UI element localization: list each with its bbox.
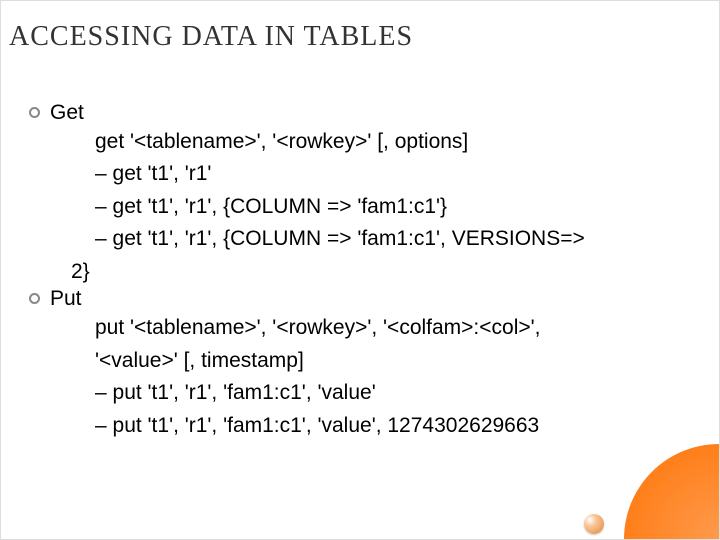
bullet-row-get: Get	[29, 101, 699, 125]
put-line: – put 't1', 'r1', 'fam1:c1', 'value', 12…	[95, 411, 699, 441]
get-label: Get	[50, 101, 84, 125]
small-sphere-icon	[584, 514, 604, 534]
put-line: put '<tablename>', '<rowkey>', '<colfam>…	[95, 313, 699, 343]
bullet-row-put: Put	[29, 287, 699, 311]
put-lines: put '<tablename>', '<rowkey>', '<colfam>…	[95, 313, 699, 441]
get-line: get '<tablename>', '<rowkey>' [, options…	[95, 127, 699, 157]
put-line: – put 't1', 'r1', 'fam1:c1', 'value'	[95, 378, 699, 408]
content-area: Get get '<tablename>', '<rowkey>' [, opt…	[29, 101, 699, 443]
get-line: – get 't1', 'r1', {COLUMN => 'fam1:c1'}	[95, 192, 699, 222]
bullet-icon	[29, 107, 40, 118]
orange-circle-icon	[624, 444, 719, 539]
get-trailing: 2}	[71, 257, 699, 287]
put-label: Put	[50, 287, 82, 311]
slide-title: ACCESSING DATA IN TABLES	[9, 21, 413, 53]
get-line: – get 't1', 'r1'	[95, 159, 699, 189]
put-line: '<value>' [, timestamp]	[95, 346, 699, 376]
get-lines: get '<tablename>', '<rowkey>' [, options…	[95, 127, 699, 255]
get-line: – get 't1', 'r1', {COLUMN => 'fam1:c1', …	[95, 224, 699, 254]
bullet-icon	[29, 293, 40, 304]
